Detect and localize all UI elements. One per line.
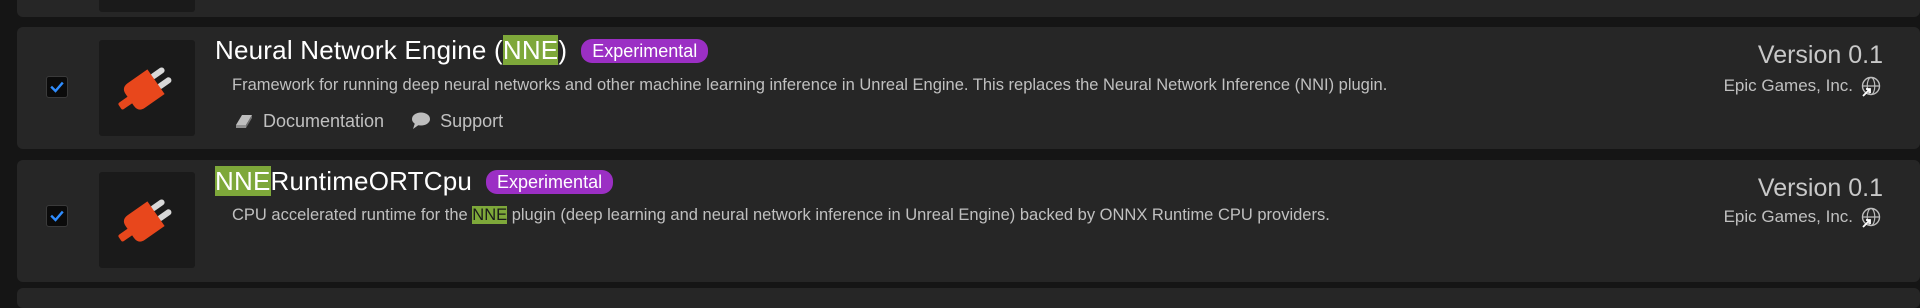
plugin-title: Neural Network Engine (NNE) — [215, 35, 568, 65]
globe-link-icon — [1861, 76, 1881, 97]
plug-icon — [118, 199, 172, 242]
book-icon — [236, 115, 252, 128]
plug-icon — [118, 67, 172, 110]
plugin-version: Version 0.1 — [1757, 41, 1883, 69]
plugin-title-row: NNERuntimeORTCpu Experimental — [215, 166, 614, 197]
check-icon — [50, 210, 64, 222]
plugin-vendor-link[interactable]: Epic Games, Inc. — [1724, 74, 1883, 98]
documentation-link[interactable]: Documentation — [233, 110, 384, 132]
plugin-title: NNERuntimeORTCpu — [215, 166, 473, 196]
experimental-badge: Experimental — [486, 169, 614, 194]
vendor-name: Epic Games, Inc. — [1723, 76, 1853, 95]
plugin-enabled-checkbox[interactable] — [46, 76, 68, 98]
search-match-highlight: NNE — [502, 35, 559, 65]
plugin-description: CPU accelerated runtime for the NNE plug… — [232, 206, 1330, 224]
vendor-name: Epic Games, Inc. — [1723, 207, 1853, 226]
plugin-enabled-checkbox[interactable] — [46, 205, 68, 227]
plugin-title-row: Neural Network Engine (NNE) Experimental — [215, 35, 709, 66]
plugin-thumbnail — [99, 40, 195, 136]
search-match-highlight: NNE — [472, 206, 508, 224]
plugin-links: Documentation Support — [233, 110, 503, 132]
globe-link-icon — [1861, 207, 1881, 228]
plugin-card-neural-network-engine: Neural Network Engine (NNE) Experimental… — [17, 27, 1920, 149]
plugin-version: Version 0.1 — [1757, 174, 1883, 202]
search-match-highlight: NNE — [215, 166, 271, 196]
speech-bubble-icon — [412, 112, 431, 129]
check-icon — [50, 81, 64, 93]
plugin-description: Framework for running deep neural networ… — [232, 76, 1388, 94]
plugin-vendor-link[interactable]: Epic Games, Inc. — [1724, 205, 1883, 229]
plugin-thumbnail-partial — [99, 0, 195, 12]
plugin-thumbnail — [99, 172, 195, 268]
experimental-badge: Experimental — [581, 38, 709, 63]
plugin-card-nne-runtime-ort-cpu: NNERuntimeORTCpu Experimental CPU accele… — [17, 160, 1920, 282]
documentation-label: Documentation — [263, 110, 385, 131]
support-link[interactable]: Support — [410, 110, 503, 132]
plugin-card-partial-below — [17, 288, 1920, 308]
support-label: Support — [440, 110, 504, 131]
plugin-card-partial-above — [17, 0, 1920, 17]
